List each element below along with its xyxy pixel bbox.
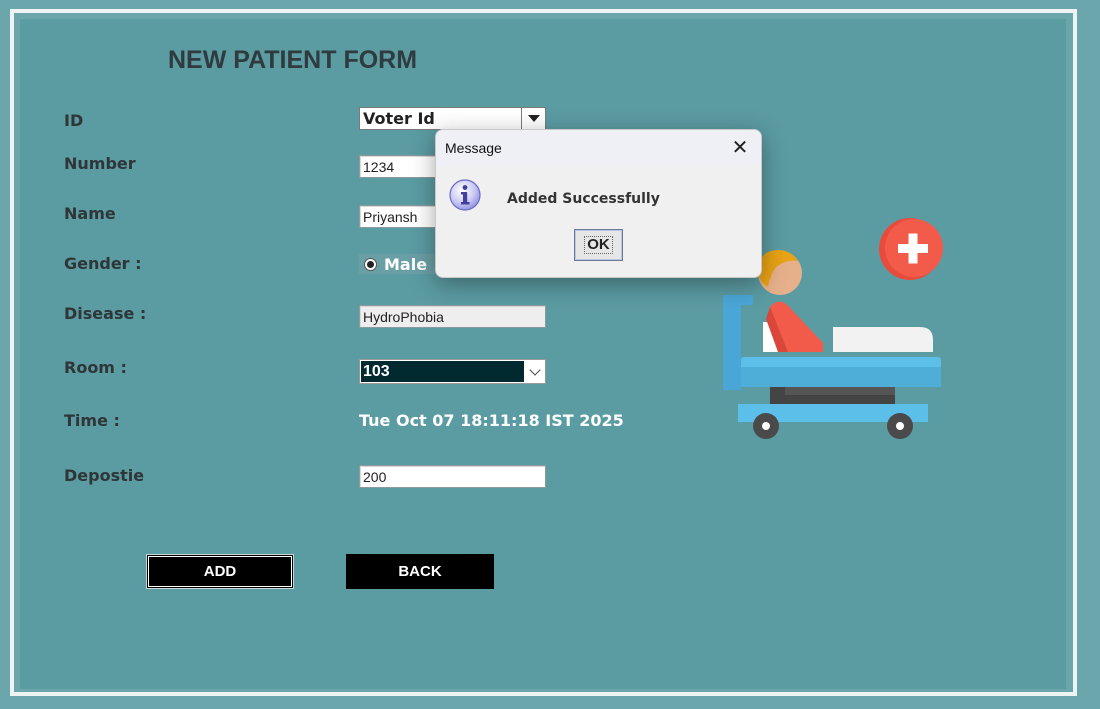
ok-button[interactable]: OK: [574, 229, 623, 261]
back-button[interactable]: BACK: [346, 554, 494, 589]
id-type-value: Voter Id: [363, 109, 435, 128]
time-label: Time :: [64, 411, 120, 430]
close-icon[interactable]: ✕: [729, 136, 751, 158]
ok-button-label: OK: [584, 236, 613, 254]
gender-male-radio[interactable]: Male: [359, 254, 439, 274]
name-label: Name: [64, 204, 116, 223]
gender-label: Gender :: [64, 254, 142, 273]
disease-label: Disease :: [64, 304, 147, 323]
number-label: Number: [64, 154, 136, 173]
room-value: 103: [361, 361, 524, 382]
deposit-label: Depostie: [64, 466, 145, 485]
bed-pillow: [833, 327, 933, 352]
id-type-select[interactable]: Voter Id: [359, 107, 546, 130]
dialog-message: Added Successfully: [507, 191, 660, 207]
disease-input[interactable]: HydroPhobia: [359, 305, 546, 328]
id-label: ID: [64, 111, 84, 130]
page-title: NEW PATIENT FORM: [168, 46, 418, 74]
room-label: Room :: [64, 358, 127, 377]
time-value: Tue Oct 07 18:11:18 IST 2025: [359, 411, 624, 430]
message-dialog: Message ✕ Added Successfully OK: [435, 129, 762, 278]
deposit-input[interactable]: 200: [359, 465, 546, 488]
medical-cross-icon: [879, 218, 943, 280]
add-button[interactable]: ADD: [146, 554, 294, 589]
gender-male-label: Male: [384, 254, 428, 274]
dialog-title: Message: [445, 140, 502, 156]
chevron-down-icon[interactable]: [529, 364, 541, 376]
chevron-down-icon[interactable]: [521, 108, 545, 129]
bed-headboard: [723, 295, 741, 390]
radio-selected-icon: [364, 257, 377, 271]
info-icon: [449, 179, 481, 211]
room-select[interactable]: 103: [359, 359, 546, 384]
